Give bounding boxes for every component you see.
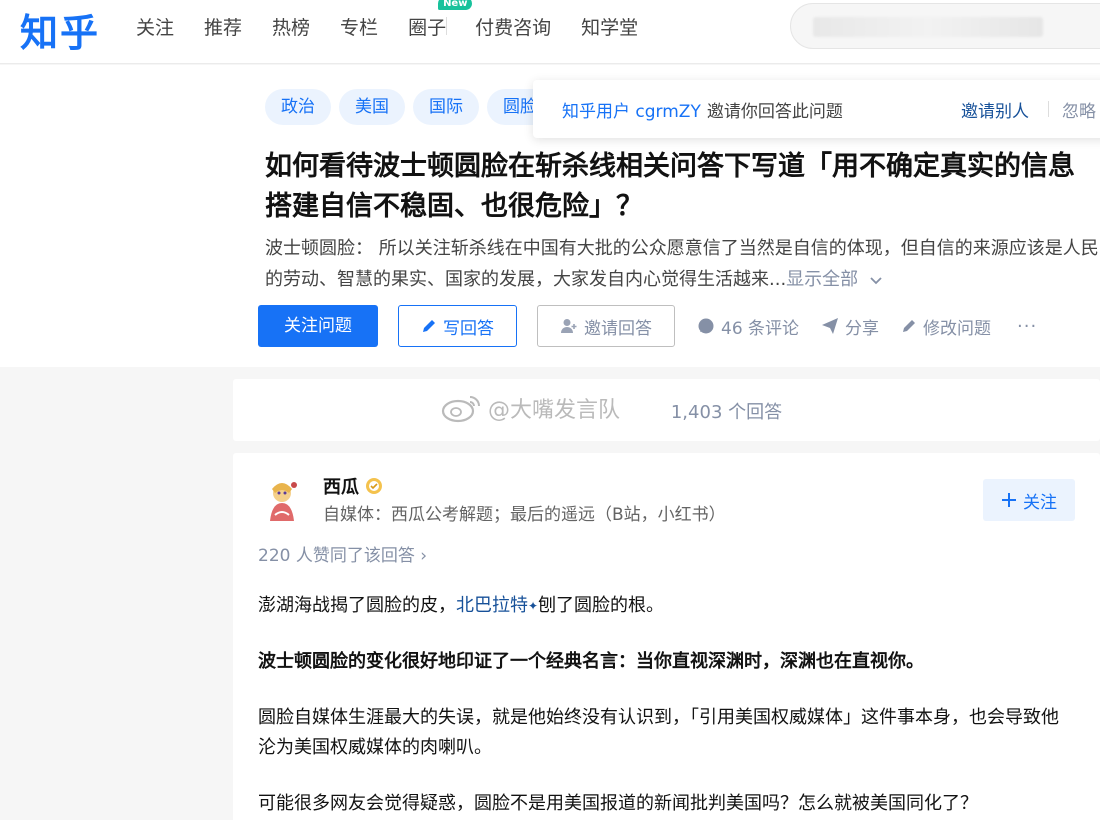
show-all-label: 显示全部: [786, 269, 859, 290]
answers-count-bar[interactable]: 1,403 个回答: [233, 379, 1100, 441]
answer-card: 西瓜 自媒体：西瓜公考解题；最后的遥远（B站，小红书） 关注 220 人赞同了该…: [233, 453, 1100, 820]
nav-item-hot[interactable]: 热榜: [272, 13, 310, 40]
add-user-icon: [561, 319, 577, 333]
answer-paragraph: 波士顿圆脸的变化很好地印证了一个经典名言：当你直视深渊时，深渊也在直视你。: [258, 651, 924, 672]
vote-count[interactable]: 220 人赞同了该回答 ›: [258, 541, 427, 566]
link-star-icon: ✦: [528, 599, 539, 613]
comment-icon: [698, 318, 714, 334]
follow-author-button[interactable]: 关注: [983, 479, 1075, 521]
avatar[interactable]: [258, 475, 306, 523]
topic-tags: 政治 美国 国际 圆脸: [265, 89, 561, 125]
invite-message: 邀请你回答此问题: [706, 101, 843, 122]
follow-question-button[interactable]: 关注问题: [258, 305, 378, 347]
question-excerpt-text: 波士顿圆脸： 所以关注斩杀线在中国有大批的公众愿意信了当然是自信的体现，但自信的…: [265, 238, 1099, 290]
pencil-icon: [423, 320, 435, 332]
author-name[interactable]: 西瓜: [323, 473, 383, 499]
show-all-link[interactable]: 显示全部: [786, 269, 882, 290]
top-navigation-bar: 知乎 关注 推荐 热榜 专栏 圈子 New 付费咨询 知学堂: [0, 0, 1100, 64]
edit-question-label: 修改问题: [923, 318, 992, 339]
weibo-icon: [441, 396, 480, 423]
search-input[interactable]: [790, 3, 1100, 49]
nav-item-paid-consult[interactable]: 付费咨询: [475, 13, 551, 40]
comments-count: 46 条评论: [721, 318, 800, 339]
comments-button[interactable]: 46 条评论: [697, 314, 799, 339]
p1-before: 澎湖海战揭了圆脸的皮，: [258, 595, 456, 616]
invite-notification: 知乎用户 cgrmZY 邀请你回答此问题 邀请别人 忽略: [533, 80, 1100, 138]
nav-item-zhixuetang[interactable]: 知学堂: [581, 13, 638, 40]
main-nav: 关注 推荐 热榜 专栏 圈子 New 付费咨询 知学堂: [136, 0, 668, 52]
new-badge: New: [438, 0, 473, 10]
write-answer-label: 写回答: [443, 318, 494, 339]
invite-answer-label: 邀请回答: [584, 318, 652, 339]
share-icon: [822, 318, 839, 334]
inviter-username[interactable]: 知乎用户 cgrmZY: [562, 97, 701, 122]
answer-paragraph: 澎湖海战揭了圆脸的皮，北巴拉特✦刨了圆脸的根。: [258, 591, 1076, 621]
edit-question-button[interactable]: 修改问题: [901, 314, 991, 339]
topic-tag[interactable]: 美国: [339, 89, 405, 125]
write-answer-button[interactable]: 写回答: [398, 305, 517, 347]
pencil-icon: [903, 320, 916, 332]
invite-others-button[interactable]: 邀请别人: [961, 97, 1029, 122]
nav-item-follow[interactable]: 关注: [136, 13, 174, 40]
follow-author-label: 关注: [1023, 492, 1057, 513]
chevron-down-icon: [870, 277, 882, 285]
answer-paragraph: 圆脸自媒体生涯最大的失误，就是他始终没有认识到，「引用美国权威媒体」这件事本身，…: [258, 707, 1059, 758]
zhihu-logo[interactable]: 知乎: [20, 2, 100, 57]
share-label: 分享: [845, 318, 880, 339]
plus-icon: [1002, 493, 1016, 507]
topic-tag[interactable]: 政治: [265, 89, 331, 125]
nav-item-circle-label: 圈子: [408, 16, 447, 39]
question-actions: 关注问题 写回答 邀请回答 46 条评论 分享 修改问题 ···: [258, 305, 1037, 347]
answer-paragraph: 可能很多网友会觉得疑惑，圆脸不是用美国报道的新闻批判美国吗？怎么就被美国同化了？: [258, 793, 978, 814]
verified-badge-icon: [366, 478, 382, 494]
nav-item-column[interactable]: 专栏: [340, 13, 378, 40]
more-options-button[interactable]: ···: [1017, 316, 1037, 337]
divider: [1048, 101, 1049, 117]
share-button[interactable]: 分享: [821, 314, 879, 339]
author-headline: 自媒体：西瓜公考解题；最后的遥远（B站，小红书）: [323, 505, 726, 525]
ignore-invite-button[interactable]: 忽略: [1062, 97, 1096, 122]
question-title: 如何看待波士顿圆脸在斩杀线相关问答下写道「用不确定真实的信息搭建自信不稳固、也很…: [265, 151, 1075, 222]
question-excerpt: 波士顿圆脸： 所以关注斩杀线在中国有大批的公众愿意信了当然是自信的体现，但自信的…: [265, 233, 1100, 295]
answer-content: 澎湖海战揭了圆脸的皮，北巴拉特✦刨了圆脸的根。 波士顿圆脸的变化很好地印证了一个…: [258, 591, 1076, 820]
weibo-watermark: @大嘴发言队: [440, 392, 620, 424]
nav-divider: [446, 17, 448, 35]
topic-link[interactable]: 北巴拉特: [456, 595, 528, 616]
watermark-text: @大嘴发言队: [488, 398, 621, 423]
invite-answer-button[interactable]: 邀请回答: [537, 305, 675, 347]
author-name-text: 西瓜: [323, 477, 359, 498]
topic-tag[interactable]: 国际: [413, 89, 479, 125]
search-placeholder-blurred: [813, 17, 1043, 37]
answers-count: 1,403 个回答: [670, 402, 783, 423]
p1-after: 刨了圆脸的根。: [538, 595, 665, 616]
nav-item-circle[interactable]: 圈子 New: [408, 0, 473, 40]
nav-item-recommend[interactable]: 推荐: [204, 13, 242, 40]
